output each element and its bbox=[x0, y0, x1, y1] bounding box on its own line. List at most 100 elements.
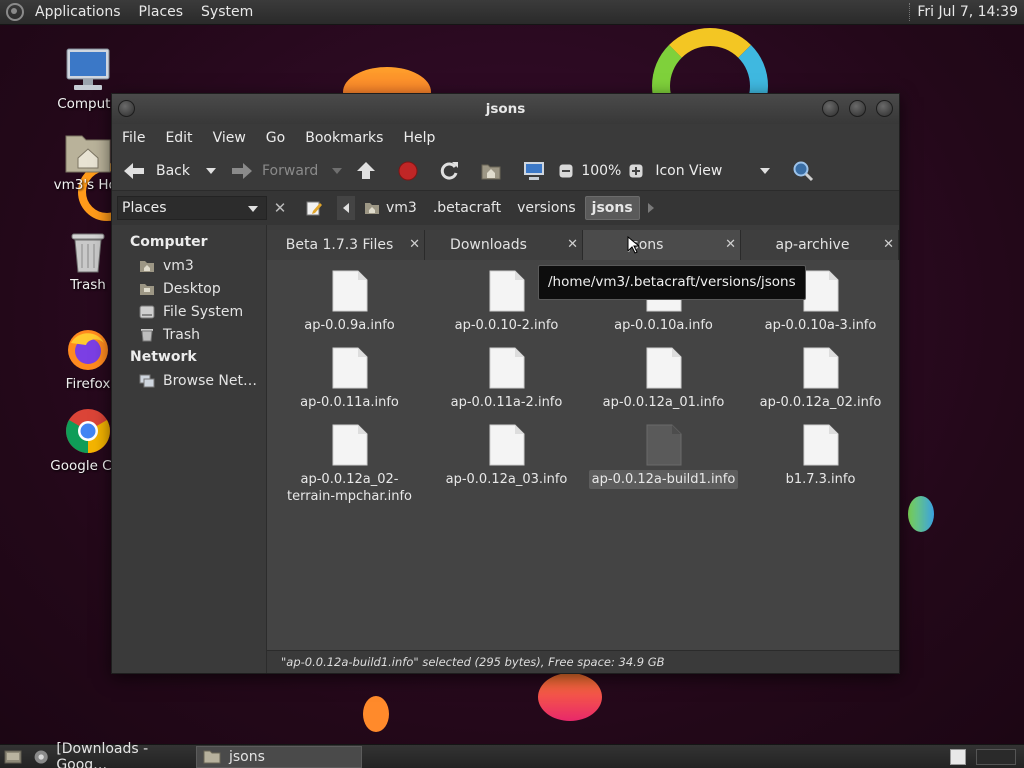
sidebar-item-desktop[interactable]: Desktop bbox=[112, 277, 266, 300]
reload-button[interactable] bbox=[439, 161, 459, 181]
sidebar-item-vm3[interactable]: vm3 bbox=[112, 254, 266, 277]
zoom-level[interactable]: 100% bbox=[581, 163, 621, 179]
tab-jsons[interactable]: jsons ✕ bbox=[583, 230, 741, 260]
document-icon bbox=[803, 424, 839, 466]
path-tooltip: /home/vm3/.betacraft/versions/jsons bbox=[538, 265, 806, 300]
maximize-button[interactable] bbox=[849, 100, 866, 117]
minimize-button[interactable] bbox=[822, 100, 839, 117]
search-button[interactable] bbox=[792, 160, 814, 182]
zoom-out-icon bbox=[559, 164, 573, 177]
breadcrumb-versions[interactable]: versions bbox=[510, 196, 583, 220]
breadcrumb-jsons[interactable]: jsons bbox=[584, 196, 640, 220]
file-item[interactable]: ap-0.0.11a-2.info bbox=[428, 347, 585, 412]
taskbar-item-chrome[interactable]: [Downloads - Goog… bbox=[28, 741, 194, 768]
top-panel: Applications Places System Fri Jul 7, 14… bbox=[0, 0, 1024, 25]
toolbar: Back Forward 100% Icon View bbox=[112, 151, 899, 191]
document-icon bbox=[489, 270, 525, 312]
view-mode-select[interactable]: Icon View bbox=[655, 163, 771, 179]
places-sidebar: Computer vm3 Desktop File System Trash N… bbox=[112, 225, 267, 673]
close-tab-icon[interactable]: ✕ bbox=[883, 237, 894, 252]
show-desktop-button[interactable] bbox=[0, 746, 26, 768]
computer-icon bbox=[64, 47, 112, 93]
breadcrumb-betacraft[interactable]: .betacraft bbox=[426, 196, 508, 220]
file-item[interactable]: ap-0.0.12a_01.info bbox=[585, 347, 742, 412]
home-button[interactable] bbox=[481, 162, 501, 180]
bottom-panel: [Downloads - Goog… jsons bbox=[0, 741, 1024, 768]
stop-button[interactable] bbox=[398, 161, 418, 181]
menu-go[interactable]: Go bbox=[256, 130, 295, 146]
menu-bookmarks[interactable]: Bookmarks bbox=[295, 130, 393, 146]
network-icon bbox=[139, 374, 155, 387]
breadcrumb-vm3[interactable]: vm3 bbox=[357, 196, 424, 220]
menu-view[interactable]: View bbox=[203, 130, 256, 146]
zoom-out-button[interactable] bbox=[559, 164, 573, 178]
window-menu-button[interactable] bbox=[118, 100, 135, 117]
computer-icon bbox=[524, 161, 545, 180]
up-arrow-icon bbox=[357, 161, 376, 179]
workspace-switcher[interactable] bbox=[946, 746, 970, 768]
window-title: jsons bbox=[485, 101, 526, 117]
breadcrumb-scroll-left[interactable] bbox=[337, 196, 355, 220]
trash-icon bbox=[141, 328, 153, 341]
show-desktop-icon bbox=[4, 750, 22, 763]
back-button[interactable]: Back bbox=[122, 161, 190, 181]
clock[interactable]: Fri Jul 7, 14:39 bbox=[917, 4, 1024, 20]
file-item[interactable]: ap-0.0.12a_02- terrain-mpchar.info bbox=[271, 424, 428, 506]
menu-file[interactable]: File bbox=[112, 130, 155, 146]
menu-edit[interactable]: Edit bbox=[155, 130, 202, 146]
chevron-down-icon bbox=[332, 167, 343, 174]
file-item[interactable]: ap-0.0.9a.info bbox=[271, 270, 428, 335]
panel-separator bbox=[909, 3, 911, 21]
close-sidebar-button[interactable]: ✕ bbox=[269, 197, 291, 219]
close-tab-icon[interactable]: ✕ bbox=[409, 237, 420, 252]
chevron-down-icon bbox=[206, 167, 216, 174]
document-icon bbox=[646, 347, 682, 389]
distro-logo-icon[interactable] bbox=[6, 3, 24, 21]
file-icon-view[interactable]: ap-0.0.9a.info ap-0.0.10-2.info ap-0.0.1… bbox=[267, 260, 899, 650]
places-menu[interactable]: Places bbox=[130, 0, 193, 25]
file-item[interactable]: ap-0.0.12a_03.info bbox=[428, 424, 585, 489]
workspace-1[interactable] bbox=[950, 748, 966, 765]
document-icon bbox=[489, 347, 525, 389]
computer-button[interactable] bbox=[523, 161, 545, 181]
tab-bar: Beta 1.7.3 Files ✕ Downloads ✕ jsons ✕ a… bbox=[267, 230, 899, 260]
system-menu[interactable]: System bbox=[192, 0, 262, 25]
document-icon bbox=[332, 424, 368, 466]
home-icon bbox=[140, 260, 154, 272]
file-item[interactable]: ap-0.0.12a_02.info bbox=[742, 347, 899, 412]
close-tab-icon[interactable]: ✕ bbox=[567, 237, 578, 252]
workspace-2[interactable] bbox=[972, 746, 1020, 768]
menubar: File Edit View Go Bookmarks Help bbox=[112, 124, 899, 151]
zoom-in-button[interactable] bbox=[629, 164, 643, 178]
applications-menu[interactable]: Applications bbox=[26, 0, 130, 25]
forward-history-dropdown[interactable] bbox=[332, 167, 343, 175]
sidebar-item-file-system[interactable]: File System bbox=[112, 300, 266, 323]
file-item[interactable]: b1.7.3.info bbox=[742, 424, 899, 489]
reload-icon bbox=[441, 161, 459, 180]
location-bar: Places ✕ vm3 .betacraft versions jsons bbox=[112, 191, 899, 225]
window-titlebar[interactable]: jsons bbox=[112, 94, 899, 124]
status-bar: "ap-0.0.12a-build1.info" selected (295 b… bbox=[267, 650, 899, 673]
close-tab-icon[interactable]: ✕ bbox=[725, 237, 736, 252]
tab-ap-archive[interactable]: ap-archive ✕ bbox=[741, 230, 899, 260]
forward-button[interactable]: Forward bbox=[230, 161, 318, 181]
home-folder-icon bbox=[64, 130, 112, 174]
sidebar-type-select[interactable]: Places bbox=[117, 196, 267, 220]
back-history-dropdown[interactable] bbox=[206, 167, 216, 175]
tab-downloads[interactable]: Downloads ✕ bbox=[425, 230, 583, 260]
edit-location-button[interactable] bbox=[299, 196, 329, 220]
file-item[interactable]: ap-0.0.11a.info bbox=[271, 347, 428, 412]
sidebar-item-trash[interactable]: Trash bbox=[112, 323, 266, 346]
file-item-selected[interactable]: ap-0.0.12a-build1.info bbox=[585, 424, 742, 489]
menu-help[interactable]: Help bbox=[393, 130, 445, 146]
up-button[interactable] bbox=[356, 161, 376, 181]
tab-beta-files[interactable]: Beta 1.7.3 Files ✕ bbox=[267, 230, 425, 260]
breadcrumb-scroll-right[interactable] bbox=[642, 196, 660, 220]
zoom-in-icon bbox=[629, 164, 643, 177]
decorative-blob bbox=[363, 696, 389, 732]
trash-icon bbox=[68, 230, 108, 274]
taskbar-item-jsons[interactable]: jsons bbox=[196, 745, 362, 768]
sidebar-item-browse-network[interactable]: Browse Net… bbox=[112, 369, 266, 392]
close-button[interactable] bbox=[876, 100, 893, 117]
decorative-blob bbox=[908, 496, 934, 532]
